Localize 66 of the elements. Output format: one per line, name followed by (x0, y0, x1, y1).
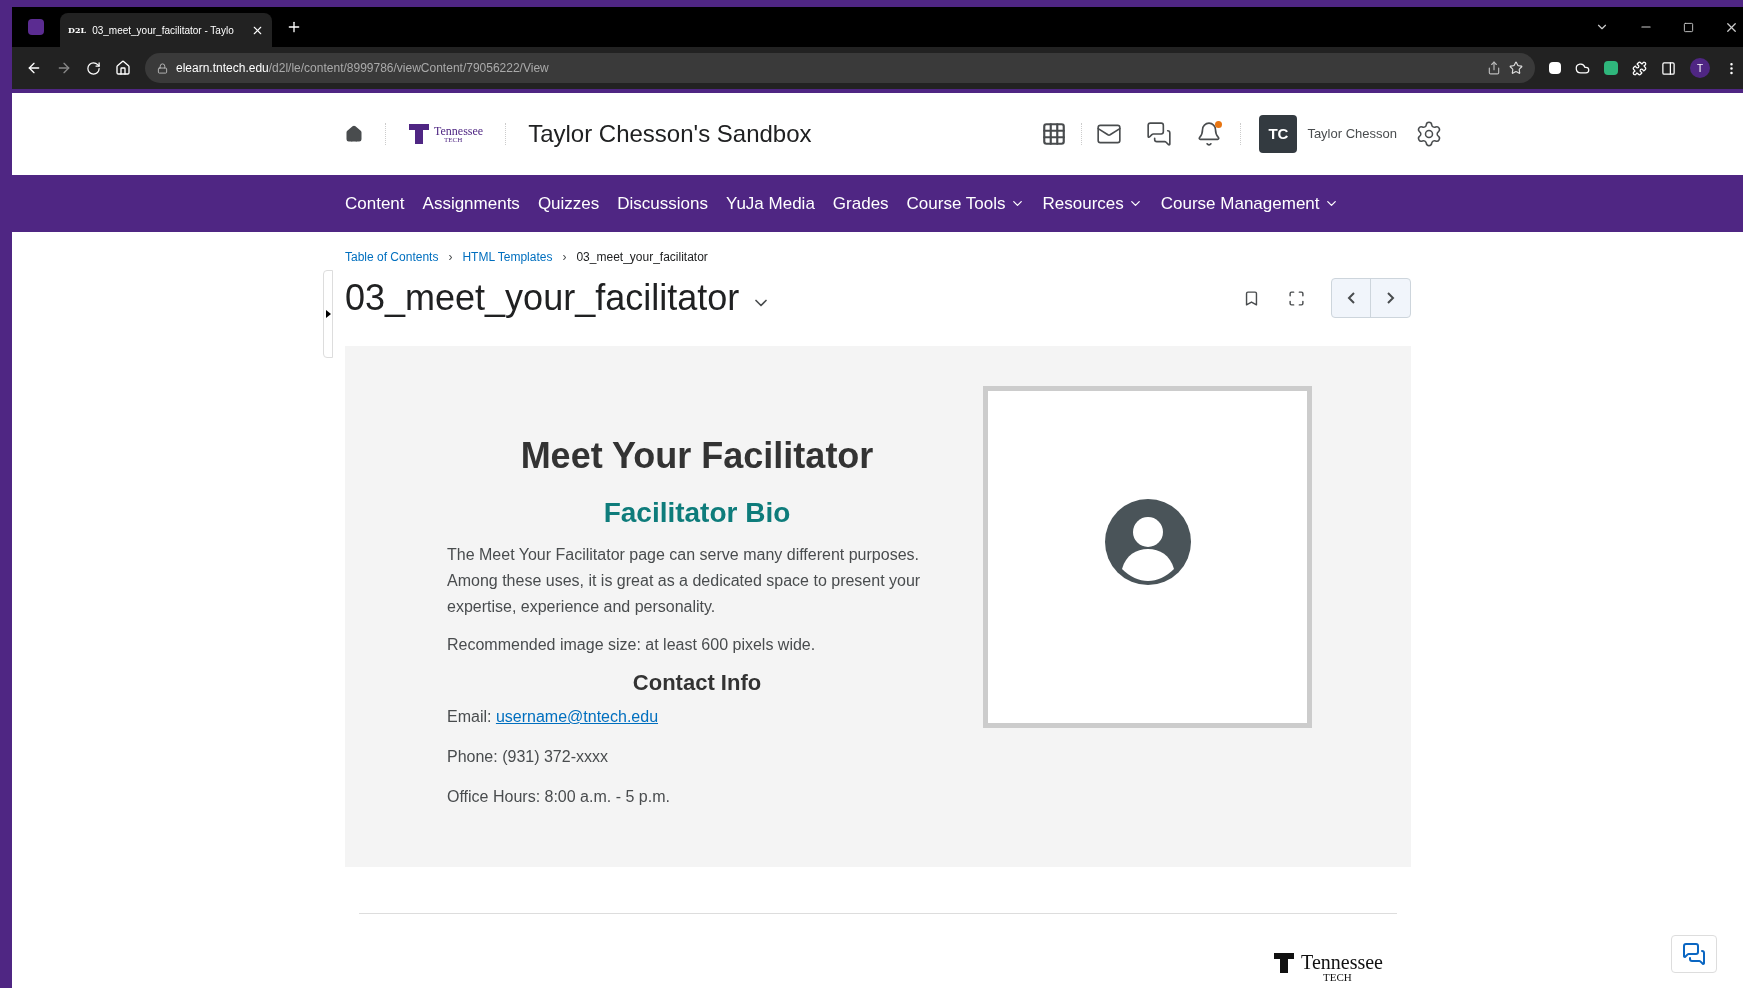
tab-title: 03_meet_your_facilitator - Taylo (92, 23, 235, 38)
browser-tab[interactable]: D2L 03_meet_your_facilitator - Taylo (60, 13, 272, 47)
reload-icon[interactable] (86, 60, 101, 76)
nav-link[interactable]: YuJa Media (726, 190, 815, 217)
extensions-icon[interactable] (1632, 60, 1647, 76)
sidebar-toggle[interactable] (323, 270, 333, 358)
nav-link[interactable]: Grades (832, 190, 889, 217)
nav-link[interactable]: Course Management (1160, 190, 1339, 217)
contact-line: Office Hours: 8:00 a.m. - 5 p.m. (447, 787, 671, 807)
content-heading: Meet Your Facilitator (519, 434, 875, 478)
footer-logo-name: Tennessee (1301, 952, 1383, 972)
share-icon[interactable] (1487, 61, 1501, 75)
cloud-icon[interactable] (1575, 60, 1590, 76)
notifications-icon[interactable] (1196, 121, 1223, 147)
breadcrumb-separator: › (562, 249, 567, 266)
bookmark-icon[interactable] (1243, 289, 1260, 307)
forward-icon[interactable] (56, 60, 72, 76)
fullscreen-icon[interactable] (1288, 289, 1305, 307)
chat-support-button[interactable] (1671, 935, 1717, 973)
user-avatar[interactable]: TC (1259, 115, 1298, 153)
logo-name: Tennessee (434, 124, 484, 137)
nav-link[interactable]: Discussions (617, 190, 708, 217)
url-text: elearn.tntech.edu/d2l/le/content/8999786/viewContent/79056222/View (176, 60, 549, 77)
footer-logo-subtitle: TECH (1322, 972, 1353, 983)
breadcrumb-link[interactable]: Table of Contents (345, 248, 439, 266)
chevron-right-icon (1386, 292, 1395, 304)
nav-link[interactable]: Quizzes (537, 190, 600, 217)
nav-link[interactable]: Resources (1042, 190, 1143, 217)
profile-avatar[interactable]: T (1690, 58, 1710, 78)
page-title: 03_meet_your_facilitator (345, 276, 740, 320)
person-silhouette-icon (1104, 499, 1191, 585)
extension-badge-icon[interactable] (1604, 61, 1618, 75)
app-icon (28, 19, 44, 35)
maximize-icon[interactable] (1683, 21, 1694, 33)
new-tab-icon[interactable] (286, 19, 302, 35)
nav-link[interactable]: Assignments (422, 190, 520, 217)
bio-paragraph: Recommended image size: at least 600 pixels wide. (447, 635, 817, 655)
chevron-left-icon (1347, 292, 1355, 304)
university-emblem-icon (1273, 952, 1296, 974)
content-subheading: Facilitator Bio (602, 496, 792, 530)
home-icon[interactable] (345, 125, 363, 143)
email-link[interactable]: username@tntech.edu (495, 708, 659, 725)
settings-icon[interactable] (1415, 120, 1443, 148)
contact-line: Phone: (931) 372-xxxx (447, 747, 609, 767)
university-emblem-icon (408, 123, 430, 145)
side-panel-icon[interactable] (1661, 60, 1676, 76)
nav-link[interactable]: Course Tools (906, 190, 1025, 217)
chat-icon (1682, 942, 1706, 966)
breadcrumb-separator: › (448, 249, 453, 266)
apps-grid-icon[interactable] (1041, 121, 1068, 147)
nav-link[interactable]: Content (345, 190, 405, 217)
course-title[interactable]: Taylor Chesson's Sandbox (528, 116, 812, 152)
extension-icon[interactable] (1549, 62, 1561, 74)
email-label: Email: (447, 708, 492, 725)
chat-icon[interactable] (1146, 121, 1173, 147)
expand-icon (325, 310, 331, 318)
user-name[interactable]: Taylor Chesson (1307, 124, 1397, 144)
tab-favicon: D2L (68, 24, 87, 36)
lock-icon (157, 62, 168, 74)
breadcrumb-current: 03_meet_your_facilitator (576, 249, 708, 266)
back-icon[interactable] (26, 60, 42, 76)
bookmark-star-icon[interactable] (1509, 61, 1523, 75)
breadcrumb-link[interactable]: HTML Templates (462, 248, 553, 266)
contact-heading: Contact Info (631, 670, 763, 696)
bio-paragraph: The Meet Your Facilitator page can serve many different purposes. Among these uses, it is great as a dedicated space to present your expertise, experience and personality. (447, 545, 922, 617)
address-bar[interactable]: elearn.tntech.edu/d2l/le/content/8999786/viewContent/79056222/View (145, 53, 1535, 83)
